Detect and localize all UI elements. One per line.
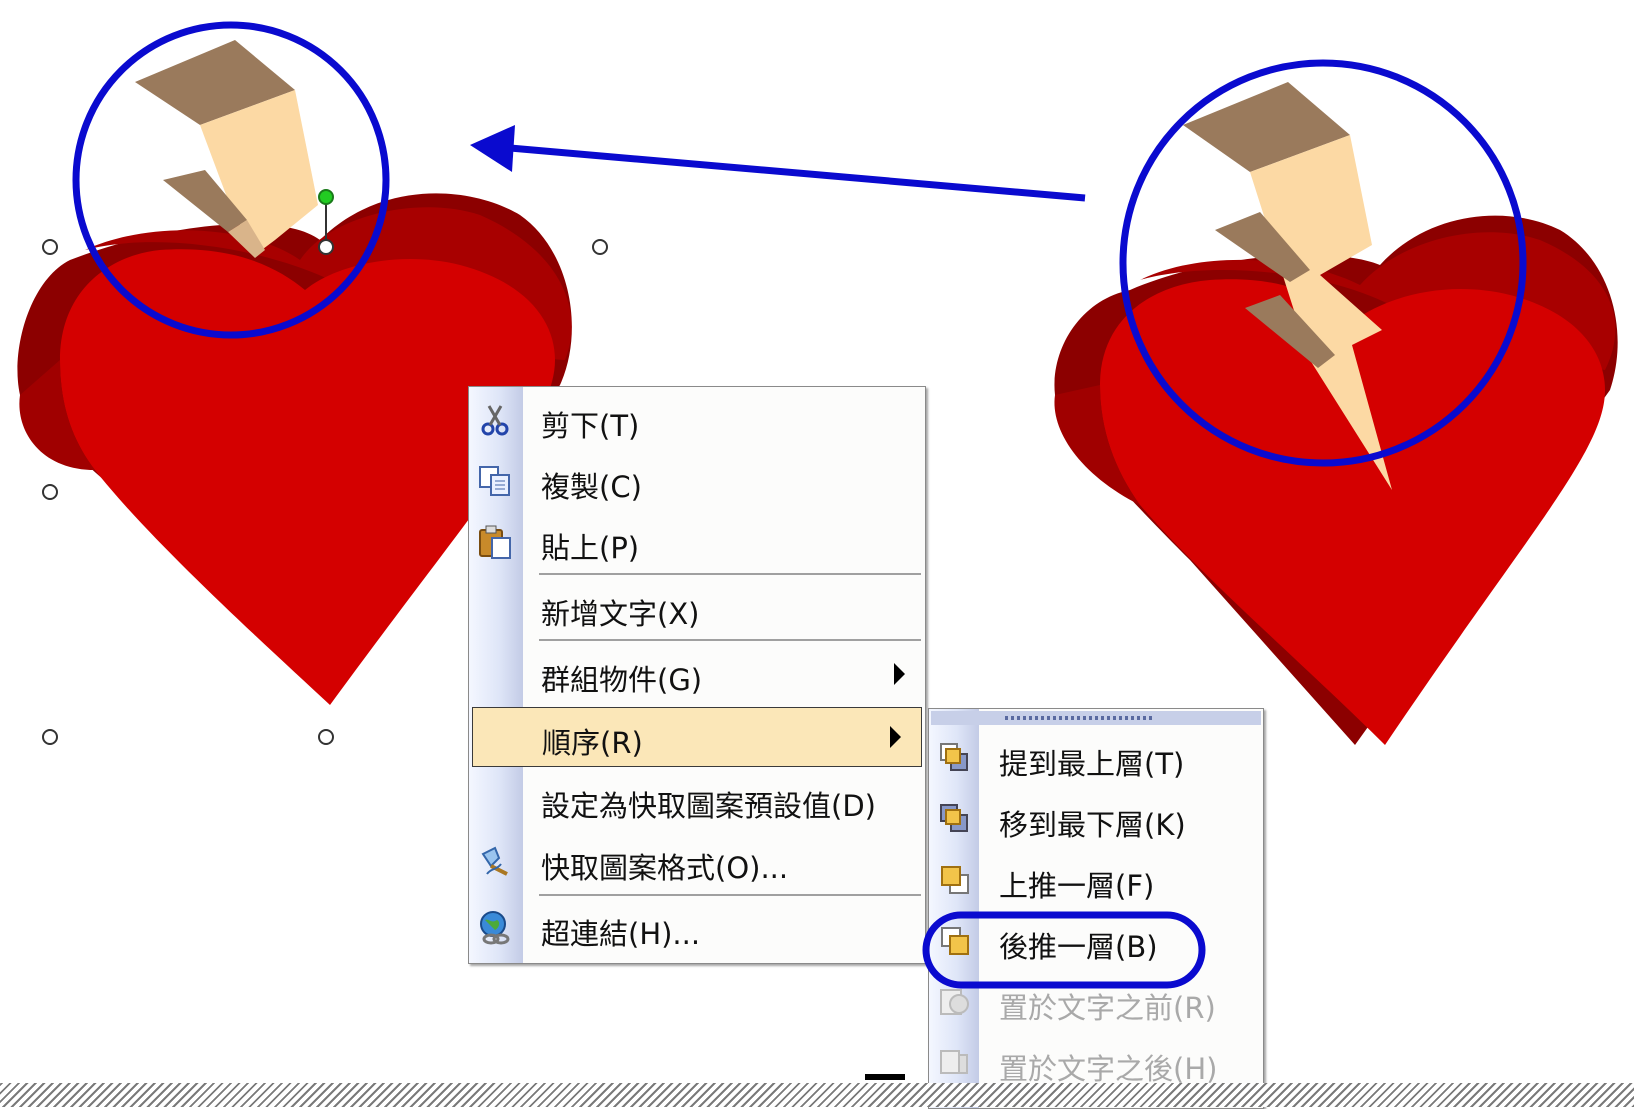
menu-item-cut[interactable]: 剪下(T) <box>469 391 925 449</box>
menu-item-label: 群組物件(G) <box>541 663 703 697</box>
menu-item-set-default[interactable]: 設定為快取圖案預設值(D) <box>469 771 925 829</box>
send-backward-icon <box>941 927 969 955</box>
submenu-item-in-front-of-text[interactable]: 置於文字之前(R) <box>929 973 1263 1031</box>
menu-item-paste[interactable]: 貼上(P) <box>469 513 925 571</box>
in-front-of-text-icon <box>940 989 969 1015</box>
menu-item-label: 快取圖案格式(O)... <box>541 851 789 885</box>
submenu-item-bring-to-front[interactable]: 提到最上層(T) <box>929 729 1263 787</box>
lightning-bolt-left[interactable] <box>135 40 318 258</box>
menu-separator <box>539 573 921 575</box>
behind-text-icon <box>940 1050 968 1074</box>
menu-item-label: 置於文字之前(R) <box>999 991 1216 1025</box>
bring-forward-icon <box>941 866 969 894</box>
copy-icon <box>479 466 510 496</box>
menu-item-label: 新增文字(X) <box>541 597 700 631</box>
submenu-item-send-backward[interactable]: 後推一層(B) <box>929 912 1263 970</box>
order-submenu: 提到最上層(T) 移到最下層(K) 上推一層(F) 後推一層(B) 置於文字之前… <box>928 708 1264 1109</box>
menu-item-label: 剪下(T) <box>541 409 640 443</box>
page-boundary-hatch <box>0 1083 1634 1107</box>
annotation-arrow-head <box>470 125 515 172</box>
menu-item-label: 貼上(P) <box>541 531 640 565</box>
submenu-arrow-icon <box>890 726 901 748</box>
menu-item-label: 置於文字之後(H) <box>999 1052 1218 1086</box>
menu-separator <box>539 639 921 641</box>
menu-item-add-text[interactable]: 新增文字(X) <box>469 579 925 637</box>
drawing-canvas: 剪下(T) 複製(C) 貼上(P) 新增文字(X) 群組物件(G) 順序(R) … <box>0 0 1634 1109</box>
menu-item-label: 設定為快取圖案預設值(D) <box>541 789 876 823</box>
menu-item-copy[interactable]: 複製(C) <box>469 452 925 510</box>
submenu-arrow-icon <box>894 663 905 685</box>
menu-item-format-autoshape[interactable]: 快取圖案格式(O)... <box>469 833 925 891</box>
context-menu: 剪下(T) 複製(C) 貼上(P) 新增文字(X) 群組物件(G) 順序(R) … <box>468 386 926 964</box>
ruler-marker <box>865 1074 905 1080</box>
submenu-item-bring-forward[interactable]: 上推一層(F) <box>929 851 1263 909</box>
rotation-handle[interactable] <box>318 189 334 205</box>
menu-item-label: 移到最下層(K) <box>999 808 1186 842</box>
scissors-icon <box>481 405 509 436</box>
submenu-drag-handle[interactable] <box>931 711 1261 725</box>
format-autoshape-icon <box>481 846 508 876</box>
annotation-arrow-line <box>509 144 1086 202</box>
menu-item-label: 順序(R) <box>542 726 643 760</box>
menu-item-order[interactable]: 順序(R) <box>472 707 922 767</box>
menu-separator <box>539 894 921 896</box>
menu-item-grouping[interactable]: 群組物件(G) <box>469 645 925 703</box>
submenu-item-send-to-back[interactable]: 移到最下層(K) <box>929 790 1263 848</box>
menu-item-label: 提到最上層(T) <box>999 747 1185 781</box>
menu-item-hyperlink[interactable]: 超連結(H)... <box>469 899 925 957</box>
send-to-back-icon <box>940 804 968 832</box>
bring-to-front-icon <box>940 743 968 771</box>
paste-icon <box>479 525 511 559</box>
menu-item-label: 超連結(H)... <box>541 917 701 951</box>
menu-item-label: 複製(C) <box>541 470 642 504</box>
menu-item-label: 上推一層(F) <box>999 869 1155 903</box>
hyperlink-icon <box>480 911 510 945</box>
menu-item-label: 後推一層(B) <box>999 930 1158 964</box>
